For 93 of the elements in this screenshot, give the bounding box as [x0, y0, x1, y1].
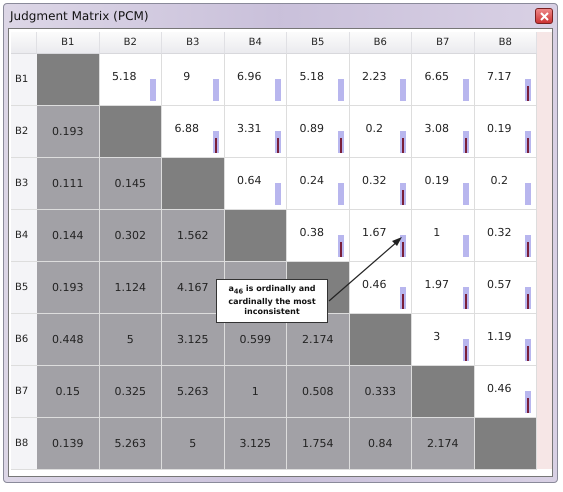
column-header: B4	[224, 32, 287, 54]
matrix-cell: 0.46	[474, 366, 537, 418]
matrix-cell	[412, 366, 474, 418]
arrow-icon	[328, 237, 402, 302]
matrix-cell: 0.508	[287, 366, 350, 418]
matrix-cell: 0.193	[37, 262, 100, 314]
row-header: B6	[11, 314, 37, 366]
matrix-cell: 3.125	[224, 418, 287, 470]
matrix-cell: 5.263	[100, 418, 162, 470]
matrix-cell: 6.88	[162, 106, 224, 158]
matrix-cell: 5.18	[287, 54, 350, 106]
bar-icon	[462, 79, 468, 101]
matrix-cell	[100, 106, 162, 158]
matrix-cell: 0.32	[350, 158, 412, 210]
bar-icon	[212, 79, 218, 101]
bar-icon	[400, 79, 406, 101]
bar-icon	[525, 183, 531, 205]
matrix-cell: 1	[224, 366, 287, 418]
matrix-cell: 0.325	[100, 366, 162, 418]
matrix-cell: 3.08	[412, 106, 474, 158]
column-header: B7	[412, 32, 474, 54]
column-header: B6	[350, 32, 412, 54]
matrix-cell: 0.19	[412, 158, 474, 210]
matrix-cell: 1.124	[100, 262, 162, 314]
matrix-cell: 0.111	[37, 158, 100, 210]
matrix-cell: 5.18	[100, 54, 162, 106]
matrix-cell: 1.97	[412, 262, 474, 314]
row-header: B2	[11, 106, 37, 158]
matrix-cell: 0.2	[474, 158, 537, 210]
matrix-cell: 0.302	[100, 210, 162, 262]
matrix-cell: 9	[162, 54, 224, 106]
bar-icon	[462, 235, 468, 257]
matrix-cell	[350, 314, 412, 366]
matrix-cell: 5.263	[162, 366, 224, 418]
matrix-cell: 7.17	[474, 54, 537, 106]
callout-note: a$_{46}$ is ordinally and cardinally the most inconsistent	[216, 279, 328, 324]
matrix-cell: 1.67	[350, 210, 412, 262]
matrix-cell	[224, 210, 287, 262]
matrix-cell: 2.174	[412, 418, 474, 470]
bar-icon	[275, 79, 281, 101]
bar-icon	[338, 79, 344, 101]
matrix-cell: 6.65	[412, 54, 474, 106]
matrix-cell: 4.167	[162, 262, 224, 314]
matrix-cell: 0.38	[287, 210, 350, 262]
matrix-cell: 0.64	[224, 158, 287, 210]
matrix-cell: 3	[412, 314, 474, 366]
matrix-cell: 0.19	[474, 106, 537, 158]
matrix-cell: 5	[162, 418, 224, 470]
matrix-cell: 0.32	[474, 210, 537, 262]
matrix-cell: 1	[412, 210, 474, 262]
close-button[interactable]	[535, 8, 553, 24]
matrix-cell: 2.23	[350, 54, 412, 106]
column-header: B5	[287, 32, 350, 54]
row-header: B4	[11, 210, 37, 262]
matrix-cell: 0.89	[287, 106, 350, 158]
matrix-cell: 0.139	[37, 418, 100, 470]
close-icon	[540, 12, 548, 20]
matrix-cell: 0.144	[37, 210, 100, 262]
matrix-cell: 3.31	[224, 106, 287, 158]
matrix-cell	[474, 418, 537, 470]
matrix-cell: 0.193	[37, 106, 100, 158]
bar-icon	[275, 183, 281, 205]
matrix-cell: 0.46	[350, 262, 412, 314]
bar-icon	[462, 183, 468, 205]
matrix-cell: 0.15	[37, 366, 100, 418]
window-title: Judgment Matrix (PCM)	[10, 9, 149, 23]
column-header: B3	[162, 32, 224, 54]
column-header: B8	[474, 32, 537, 54]
matrix-cell: 0.333	[350, 366, 412, 418]
matrix-cell: 1.562	[162, 210, 224, 262]
column-header: B1	[37, 32, 100, 54]
matrix-cell: 5	[100, 314, 162, 366]
matrix-cell: 0.448	[37, 314, 100, 366]
matrix-cell: 1.19	[474, 314, 537, 366]
column-header: B2	[100, 32, 162, 54]
matrix-cell	[162, 158, 224, 210]
matrix-cell	[37, 54, 100, 106]
matrix-cell: 0.145	[100, 158, 162, 210]
row-header: B8	[11, 418, 37, 470]
matrix-cell: 1.754	[287, 418, 350, 470]
matrix-cell: 3.125	[162, 314, 224, 366]
matrix-cell: 6.96	[224, 54, 287, 106]
bar-icon	[338, 183, 344, 205]
row-header: B1	[11, 54, 37, 106]
matrix-cell: 0.24	[287, 158, 350, 210]
matrix-cell: 0.57	[474, 262, 537, 314]
bar-icon	[150, 79, 156, 101]
matrix-cell: 0.84	[350, 418, 412, 470]
header-cell	[11, 32, 37, 54]
row-header: B3	[11, 158, 37, 210]
row-header: B7	[11, 366, 37, 418]
matrix-cell: 0.2	[350, 106, 412, 158]
row-header: B5	[11, 262, 37, 314]
